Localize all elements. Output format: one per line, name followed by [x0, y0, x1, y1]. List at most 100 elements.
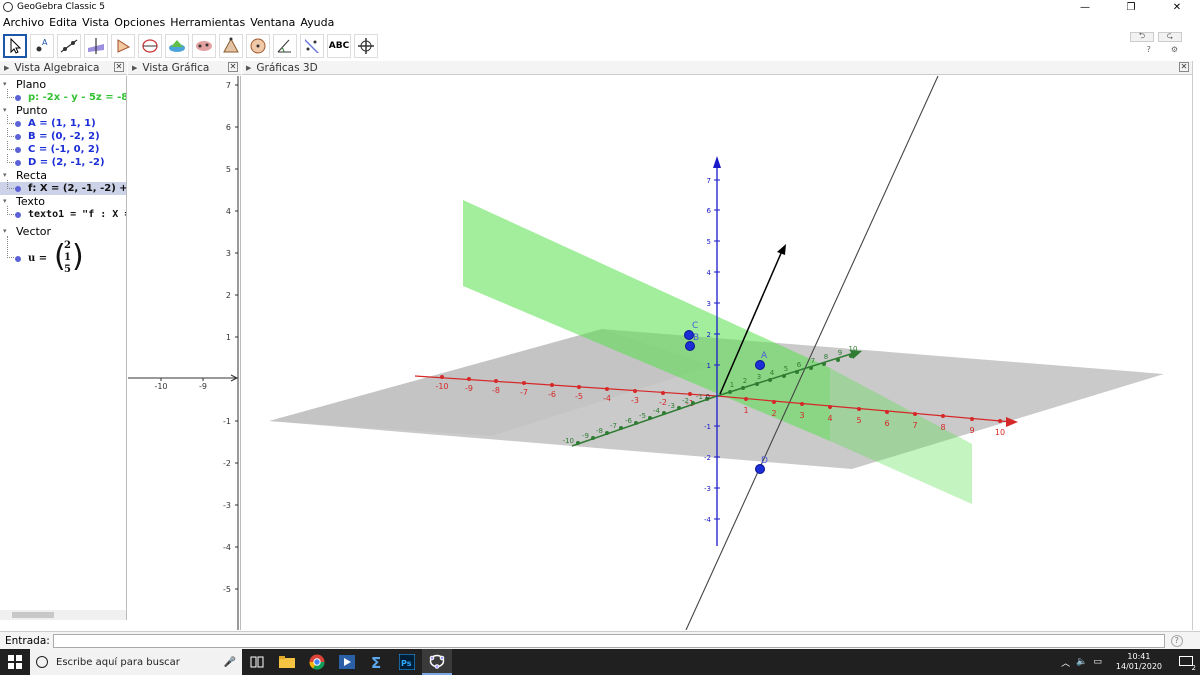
pyramid-tool-button[interactable]: [219, 33, 243, 58]
circle-tool-button[interactable]: [138, 33, 162, 58]
start-button[interactable]: [0, 649, 30, 675]
microphone-icon[interactable]: 🎤: [224, 657, 236, 668]
menu-opciones[interactable]: Opciones: [114, 16, 165, 29]
close-graphics-view-icon[interactable]: ✕: [228, 62, 238, 72]
perpendicular-tool-button[interactable]: [84, 33, 108, 58]
menu-ventana[interactable]: Ventana: [250, 16, 295, 29]
x-tick-dot: [605, 387, 609, 391]
network-icon[interactable]: ▭: [1093, 657, 1102, 667]
visibility-dot-icon[interactable]: [15, 147, 21, 153]
y-tick-label: -9: [582, 432, 589, 440]
pyramid-icon: [223, 37, 239, 52]
angle-tool-button[interactable]: [273, 33, 297, 58]
category-label: Recta: [16, 169, 48, 182]
reflect-tool-button[interactable]: [300, 33, 324, 58]
visibility-dot-icon[interactable]: [15, 121, 21, 127]
taskbar-photoshop[interactable]: Ps: [392, 649, 422, 675]
taskbar-visual-studio[interactable]: Σ: [362, 649, 392, 675]
visibility-dot-icon[interactable]: [15, 186, 21, 192]
visibility-dot-icon[interactable]: [15, 160, 21, 166]
taskbar-file-explorer[interactable]: [272, 649, 302, 675]
move-tool-button[interactable]: [3, 33, 27, 58]
visibility-dot-icon[interactable]: [15, 212, 21, 218]
graphics-3d-canvas[interactable]: -10 -9 -8 -7 -6 -5 -4 -3 -2 -11 2 3 4 5 6 7 8 9 10-10-9-8-…: [242, 76, 1192, 630]
algebra-item-point-a[interactable]: A = (1, 1, 1): [0, 115, 126, 130]
help-icon[interactable]: ?: [1147, 45, 1151, 54]
taskbar-media-app[interactable]: [332, 649, 362, 675]
y-tick-label: -8: [596, 427, 603, 435]
algebra-item-vector-u[interactable]: u = ( 2 1 5 ): [0, 236, 126, 280]
point-tool-button[interactable]: A: [30, 33, 54, 58]
y-tick-dot: [728, 390, 732, 394]
settings-icon[interactable]: ⚙: [1171, 45, 1178, 54]
graphics-view-2d[interactable]: 7 6 5 4 3 2 1 -1 -2 -3 -4 -5 -10 -9: [128, 76, 241, 630]
algebra-item-texto1[interactable]: texto1 = "f : X =: [0, 206, 126, 221]
category-texto[interactable]: ▾ Texto: [0, 195, 126, 208]
tree-toggle-icon[interactable]: ▾: [3, 195, 7, 208]
tree-connector: [7, 115, 14, 124]
y-tick-label-2d: -1: [223, 417, 231, 426]
graphics-view-3d[interactable]: -10 -9 -8 -7 -6 -5 -4 -3 -2 -1 1 2 3 4 5 6 7 8 9 10 -10 -9 -8-…: [242, 76, 1192, 630]
rotate-view-tool-button[interactable]: [354, 33, 378, 58]
category-plano[interactable]: ▾ Plano: [0, 78, 126, 91]
y-tick-dot: [634, 421, 638, 425]
graphics-2d-canvas[interactable]: 7 6 5 4 3 2 1 -1 -2 -3 -4 -5 -10 -9: [128, 76, 241, 630]
x-tick-label: -2: [659, 398, 667, 407]
maximize-button[interactable]: ❐: [1108, 0, 1154, 14]
taskbar-chrome[interactable]: [302, 649, 332, 675]
y-tick-dot: [741, 386, 745, 390]
input-help-icon[interactable]: ?: [1170, 634, 1183, 647]
algebra-view-title: Vista Algebraica: [14, 61, 100, 74]
windows-taskbar: Escribe aquí para buscar 🎤 Σ Ps ︿ 🔈 ▭ 10…: [0, 649, 1200, 675]
taskbar-geogebra[interactable]: [422, 649, 452, 675]
notification-center-button[interactable]: 2: [1172, 649, 1200, 675]
tree-toggle-icon[interactable]: ▾: [3, 104, 7, 117]
point-a-label: A: [761, 351, 768, 361]
menu-herramientas[interactable]: Herramientas: [170, 16, 245, 29]
tree-toggle-icon[interactable]: ▾: [3, 169, 7, 182]
line-tool-button[interactable]: [57, 33, 81, 58]
vector-u-y: 1: [64, 252, 71, 263]
menu-edita[interactable]: Edita: [49, 16, 77, 29]
category-punto[interactable]: ▾ Punto: [0, 104, 126, 117]
visibility-dot-icon[interactable]: [15, 95, 21, 101]
category-vector[interactable]: ▾ Vector: [0, 225, 126, 238]
close-algebra-view-icon[interactable]: ✕: [114, 62, 124, 72]
volume-icon[interactable]: 🔈: [1076, 657, 1087, 667]
intersect-surfaces-tool-button[interactable]: [165, 33, 189, 58]
triangle-icon: [117, 38, 131, 53]
visibility-dot-icon[interactable]: [15, 134, 21, 140]
menu-vista[interactable]: Vista: [82, 16, 109, 29]
clock[interactable]: 10:41 14/01/2020: [1116, 652, 1162, 672]
close-window-button[interactable]: ✕: [1154, 0, 1200, 14]
command-input[interactable]: [52, 633, 1165, 648]
sphere-tool-button[interactable]: [246, 33, 270, 58]
tree-toggle-icon[interactable]: ▾: [3, 78, 7, 91]
polygon-tool-button[interactable]: [111, 33, 135, 58]
redo-button[interactable]: ⮎: [1158, 31, 1182, 42]
collapse-triangle-icon[interactable]: ▶: [4, 64, 9, 72]
plane-three-points-tool-button[interactable]: [192, 33, 216, 58]
collapse-triangle-icon[interactable]: ▶: [246, 64, 251, 72]
algebra-item-point-c[interactable]: C = (-1, 0, 2): [0, 141, 126, 156]
category-recta[interactable]: ▾ Recta: [0, 169, 126, 182]
taskbar-search-box[interactable]: Escribe aquí para buscar 🎤: [30, 649, 242, 675]
algebra-item-plane-p[interactable]: p: -2x - y - 5z = -8: [0, 89, 126, 104]
visibility-dot-icon[interactable]: [15, 256, 21, 262]
minimize-button[interactable]: —: [1062, 0, 1108, 14]
undo-button[interactable]: ⮌: [1130, 31, 1154, 42]
collapse-triangle-icon[interactable]: ▶: [132, 64, 137, 72]
algebra-item-point-b[interactable]: B = (0, -2, 2): [0, 128, 126, 143]
close-g3d-view-icon[interactable]: ✕: [1179, 62, 1189, 72]
algebra-item-line-f[interactable]: f: X = (2, -1, -2) + λ (-2: [0, 180, 126, 195]
algebra-horizontal-scrollbar[interactable]: [0, 610, 126, 620]
algebra-item-point-d[interactable]: D = (2, -1, -2): [0, 154, 126, 169]
menu-archivo[interactable]: Archivo: [3, 16, 44, 29]
menu-ayuda[interactable]: Ayuda: [300, 16, 334, 29]
tray-chevron-icon[interactable]: ︿: [1061, 656, 1070, 669]
text-tool-button[interactable]: ABC: [327, 33, 351, 58]
tree-toggle-icon[interactable]: ▾: [3, 225, 7, 238]
scrollbar-thumb[interactable]: [12, 612, 54, 618]
g3d-side-handle[interactable]: [1192, 61, 1200, 630]
task-view-button[interactable]: [242, 649, 272, 675]
